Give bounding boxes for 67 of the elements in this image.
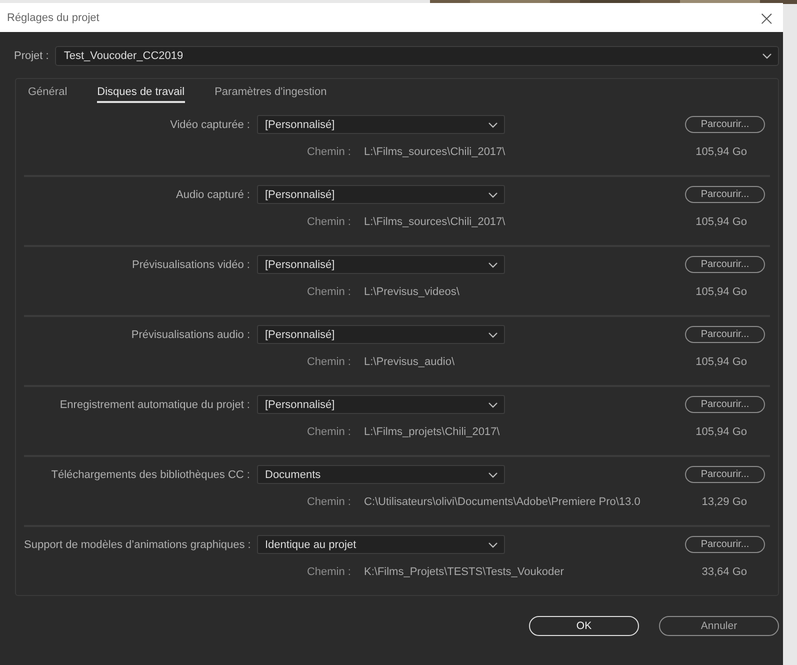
browse-button[interactable]: Parcourir... — [685, 326, 765, 343]
chevron-icon — [762, 53, 772, 59]
setting-label: Téléchargements des bibliothèques CC : — [50, 468, 251, 480]
disk-space: 33,64 Go — [700, 566, 747, 578]
path-text: L:\Previsus_audio\ — [364, 356, 456, 368]
chevron-icon — [488, 472, 498, 478]
browse-button[interactable]: Parcourir... — [685, 256, 765, 273]
dropdown-value: [Personnalisé] — [265, 118, 335, 130]
dropdown-value: [Personnalisé] — [265, 188, 335, 200]
location-dropdown[interactable]: [Personnalisé] — [257, 395, 505, 414]
cancel-button[interactable]: Annuler — [659, 616, 779, 636]
path-label: Chemin : — [306, 286, 352, 298]
path-text: L:\Films_sources\Chili_2017\ — [364, 216, 506, 228]
chevron-icon — [488, 192, 498, 198]
setting-label: Support de modèles d’animations graphiques : — [24, 538, 252, 550]
dropdown-value: [Personnalisé] — [265, 258, 335, 270]
path-text: K:\Films_Projets\TESTS\Tests_Voukoder — [364, 566, 565, 578]
location-dropdown[interactable]: Identique au projet — [257, 535, 505, 554]
path-label: Chemin : — [306, 216, 352, 228]
tab[interactable]: Paramètres d'ingestion — [214, 85, 327, 103]
path-label: Chemin : — [306, 566, 352, 578]
path-label: Chemin : — [306, 496, 352, 508]
chevron-icon — [488, 402, 498, 408]
dropdown-value: Identique au projet — [265, 538, 356, 550]
location-dropdown[interactable]: [Personnalisé] — [257, 255, 505, 274]
project-label: Projet : — [14, 50, 49, 62]
location-dropdown[interactable]: [Personnalisé] — [257, 185, 505, 204]
chevron-icon — [488, 542, 498, 548]
path-text: L:\Previsus_videos\ — [364, 286, 460, 298]
tab[interactable]: Général — [28, 85, 68, 103]
path-text: C:\Utilisateurs\olivi\Documents\Adobe\Premiere Pro\13.0 — [364, 496, 642, 508]
path-text: L:\Films_projets\Chili_2017\ — [364, 426, 501, 438]
chevron-icon — [488, 262, 498, 268]
close-button[interactable]: × — [750, 8, 783, 28]
disk-space: 105,94 Go — [694, 426, 747, 438]
dropdown-value: [Personnalisé] — [265, 328, 335, 340]
ok-button[interactable]: OK — [529, 616, 639, 636]
project-dropdown[interactable]: Test_Voucoder_CC2019 — [54, 46, 779, 66]
browse-button[interactable]: Parcourir... — [685, 116, 765, 133]
window-title: Réglages du projet — [7, 12, 100, 24]
project-value: Test_Voucoder_CC2019 — [64, 50, 184, 62]
browse-button[interactable]: Parcourir... — [685, 466, 765, 483]
dropdown-value: [Personnalisé] — [265, 398, 335, 410]
location-dropdown[interactable]: Documents — [257, 465, 505, 484]
setting-label: Prévisualisations vidéo : — [130, 258, 251, 270]
disk-space: 105,94 Go — [694, 146, 747, 158]
path-text: L:\Films_sources\Chili_2017\ — [364, 146, 506, 158]
dropdown-value: Documents — [265, 468, 321, 480]
path-label: Chemin : — [306, 356, 352, 368]
disk-space: 105,94 Go — [694, 286, 747, 298]
location-dropdown[interactable]: [Personnalisé] — [257, 325, 505, 344]
setting-label: Enregistrement automatique du projet : — [58, 398, 251, 410]
setting-label: Prévisualisations audio : — [130, 328, 251, 340]
browse-button[interactable]: Parcourir... — [685, 536, 765, 553]
browse-button[interactable]: Parcourir... — [685, 396, 765, 413]
disk-space: 13,29 Go — [700, 496, 747, 508]
chevron-icon — [488, 122, 498, 128]
path-label: Chemin : — [306, 146, 352, 158]
tab[interactable]: Disques de travail — [97, 85, 185, 103]
disk-space: 105,94 Go — [694, 216, 747, 228]
path-label: Chemin : — [306, 426, 352, 438]
setting-label: Audio capturé : — [175, 188, 251, 200]
browse-button[interactable]: Parcourir... — [685, 186, 765, 203]
disk-space: 105,94 Go — [694, 356, 747, 368]
chevron-icon — [488, 332, 498, 338]
location-dropdown[interactable]: [Personnalisé] — [257, 115, 505, 134]
setting-label: Vidéo capturée : — [169, 118, 251, 130]
